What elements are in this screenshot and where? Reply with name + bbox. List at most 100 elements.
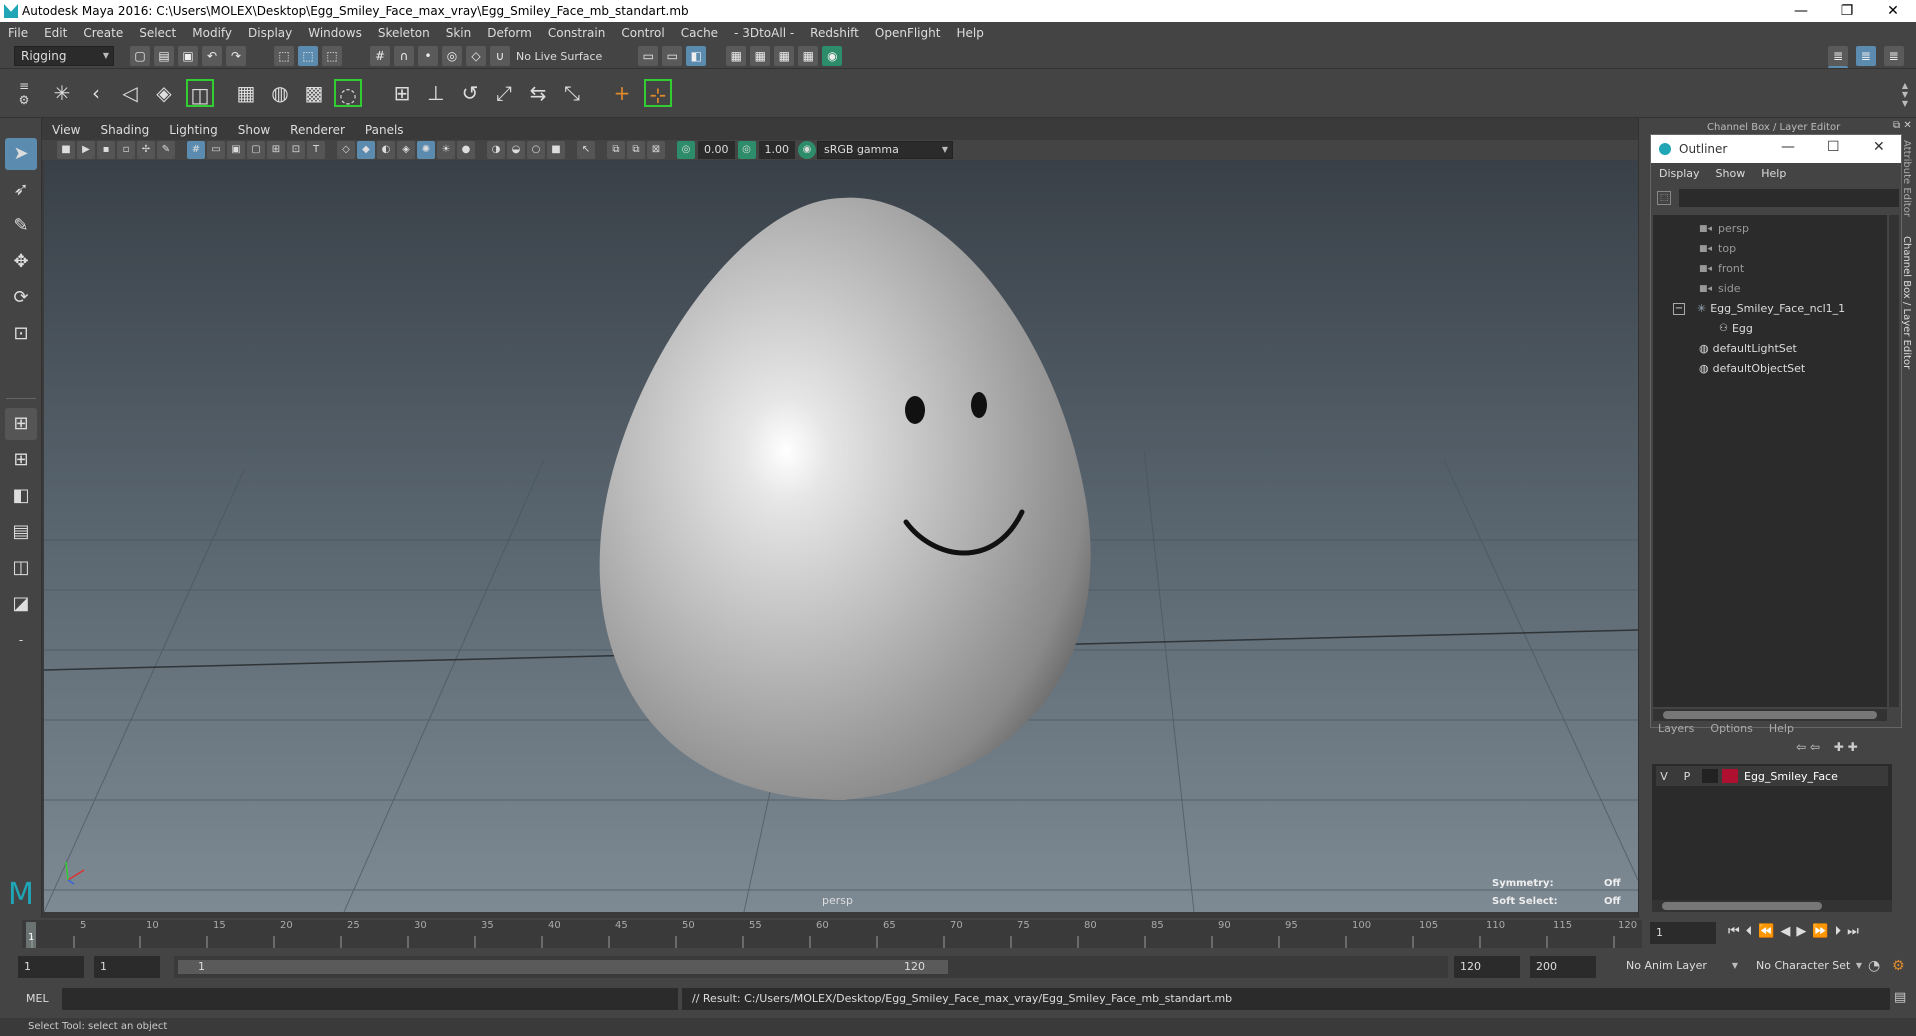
new-scene-icon[interactable]: ▢ <box>130 46 150 66</box>
safe-title-icon[interactable]: T <box>307 141 325 159</box>
open-scene-icon[interactable]: ▤ <box>154 46 174 66</box>
orient-constraint-icon[interactable]: ↺ <box>456 79 484 107</box>
range-slider-handle[interactable] <box>178 960 948 974</box>
insert-joint-icon[interactable]: ◈ <box>150 79 178 107</box>
two-d-pan-icon[interactable]: ✢ <box>137 141 155 159</box>
wireframe-on-shaded-icon[interactable]: ◐ <box>377 141 395 159</box>
vp-menu-show[interactable]: Show <box>228 123 280 137</box>
exposure-field[interactable]: 0.00 <box>698 141 735 159</box>
persp-outliner-layout-icon[interactable]: ◧ <box>5 480 37 512</box>
motion-blur-icon[interactable]: ◑ <box>487 141 505 159</box>
collapse-icon[interactable]: − <box>1673 303 1685 315</box>
new-layer-selected-icon[interactable]: ✚ <box>1848 740 1858 754</box>
wrap-icon[interactable]: ◌ <box>334 79 362 107</box>
play-forward-icon[interactable]: ▶ <box>1796 924 1812 939</box>
textured-icon[interactable]: ◈ <box>397 141 415 159</box>
isolate-select-icon[interactable]: ■ <box>547 141 565 159</box>
outliner-item-persp[interactable]: ■◂ persp <box>1699 219 1749 239</box>
menu-select[interactable]: Select <box>131 26 184 40</box>
persp-uv-layout-icon[interactable]: ◪ <box>5 588 37 620</box>
new-layer-icon[interactable]: ✚ <box>1834 740 1844 754</box>
snap-grid-icon[interactable]: # <box>370 46 390 66</box>
vp-menu-view[interactable]: View <box>42 123 90 137</box>
xray-icon[interactable]: ↖ <box>577 141 595 159</box>
menu-redshift[interactable]: Redshift <box>802 26 867 40</box>
rotate-tool-icon[interactable]: ⟳ <box>5 282 37 314</box>
xray-joints-icon[interactable]: ⧉ <box>607 141 625 159</box>
menu-constrain[interactable]: Constrain <box>540 26 614 40</box>
play-backward-icon[interactable]: ◀ <box>1780 924 1796 939</box>
layer-name[interactable]: Egg_Smiley_Face <box>1744 770 1838 783</box>
vp-menu-shading[interactable]: Shading <box>90 123 159 137</box>
backface-culling-icon[interactable]: ⊠ <box>647 141 665 159</box>
ik-spline-icon[interactable]: ◁ <box>116 79 144 107</box>
layer-color-swatch[interactable] <box>1722 769 1738 783</box>
script-editor-icon[interactable]: ▤ <box>1894 990 1906 1005</box>
menu-3dtoall[interactable]: - 3DtoAll - <box>726 26 802 40</box>
outliner-item-egg[interactable]: ⚇ Egg <box>1719 319 1753 339</box>
live-surface-label[interactable]: No Live Surface <box>516 50 602 63</box>
custom-layout-icon[interactable]: - <box>5 624 37 656</box>
layer-move-down-icon[interactable]: ⇦ <box>1810 740 1820 754</box>
time-slider-track[interactable]: 1 5 10 15 20 25 30 35 40 45 50 55 60 65 … <box>22 920 1642 948</box>
snap-curve-icon[interactable]: ∩ <box>394 46 414 66</box>
outliner-item-front[interactable]: ■◂ front <box>1699 259 1744 279</box>
smooth-shade-icon[interactable]: ◆ <box>357 141 375 159</box>
smooth-bind-icon[interactable]: ▦ <box>232 79 260 107</box>
outliner-item-top[interactable]: ■◂ top <box>1699 239 1736 259</box>
vp-menu-panels[interactable]: Panels <box>355 123 414 137</box>
step-back-key-icon[interactable]: ⏪ <box>1758 924 1780 939</box>
menuset-dropdown[interactable]: Rigging <box>14 46 114 66</box>
character-set-dropdown[interactable]: No Character Set <box>1750 956 1866 978</box>
menu-windows[interactable]: Windows <box>300 26 370 40</box>
bind-skin-icon[interactable]: ◫ <box>186 79 214 107</box>
shadows-icon[interactable]: ☀ <box>437 141 455 159</box>
menu-cache[interactable]: Cache <box>673 26 726 40</box>
menu-deform[interactable]: Deform <box>479 26 540 40</box>
layer-row[interactable]: V P Egg_Smiley_Face <box>1656 766 1888 786</box>
outliner-menu-help[interactable]: Help <box>1753 167 1794 180</box>
depth-of-field-icon[interactable]: ○ <box>527 141 545 159</box>
vp-menu-lighting[interactable]: Lighting <box>159 123 228 137</box>
panel-float-icon[interactable]: ⧉ ✕ <box>1893 120 1912 131</box>
construction-history-icon[interactable]: ◧ <box>686 46 707 66</box>
magnet-icon[interactable]: ∪ <box>490 46 510 66</box>
outliner-menu-display[interactable]: Display <box>1651 167 1708 180</box>
outliner-item-defaultlightset[interactable]: ◍ defaultLightSet <box>1699 339 1797 359</box>
move-tool-icon[interactable]: ✥ <box>5 246 37 278</box>
layer-menu-help[interactable]: Help <box>1761 722 1802 735</box>
menu-file[interactable]: File <box>0 26 36 40</box>
menu-skin[interactable]: Skin <box>438 26 480 40</box>
shelf-menu-icon[interactable]: ≡ ⚙ <box>10 79 38 107</box>
parent-constraint-icon[interactable]: ⇆ <box>524 79 552 107</box>
hypershade-icon[interactable]: ◉ <box>822 46 843 66</box>
menu-modify[interactable]: Modify <box>184 26 240 40</box>
point-constraint-icon[interactable]: ⊞ <box>388 79 416 107</box>
anti-alias-icon[interactable]: ◒ <box>507 141 525 159</box>
layer-menu-layers[interactable]: Layers <box>1650 722 1702 735</box>
current-frame-field[interactable]: 1 <box>1650 922 1716 944</box>
use-all-lights-icon[interactable]: ✺ <box>417 141 435 159</box>
safe-action-icon[interactable]: ⊡ <box>287 141 305 159</box>
persp-graph-layout-icon[interactable]: ▤ <box>5 516 37 548</box>
camera-attributes-icon[interactable]: ▶ <box>77 141 95 159</box>
ik-handle-icon[interactable]: ‹ <box>82 79 110 107</box>
view-transform-dropdown[interactable]: sRGB gamma <box>817 141 953 159</box>
ipr-render-icon[interactable]: ▦ <box>774 46 795 66</box>
select-camera-icon[interactable]: ■ <box>57 141 75 159</box>
undo-icon[interactable]: ↶ <box>202 46 222 66</box>
playback-end-field[interactable]: 120 <box>1454 956 1520 978</box>
gamma-field[interactable]: 1.00 <box>758 141 795 159</box>
modeling-toolkit-icon[interactable]: ≣ <box>1828 46 1848 66</box>
outliner-item-side[interactable]: ■◂ side <box>1699 279 1741 299</box>
redo-icon[interactable]: ↷ <box>226 46 246 66</box>
field-chart-icon[interactable]: ⊞ <box>267 141 285 159</box>
go-to-start-icon[interactable]: ⏮ <box>1728 924 1746 939</box>
attribute-editor-toggle-icon[interactable]: ≣ <box>1855 46 1876 66</box>
snap-surface-icon[interactable]: ◇ <box>466 46 486 66</box>
menu-openflight[interactable]: OpenFlight <box>867 26 949 40</box>
restore-button[interactable]: ❐ <box>1824 0 1870 22</box>
aim-constraint-icon[interactable]: ⊥ <box>422 79 450 107</box>
image-plane-icon[interactable]: ▫ <box>117 141 135 159</box>
lattice-icon[interactable]: ◍ <box>266 79 294 107</box>
